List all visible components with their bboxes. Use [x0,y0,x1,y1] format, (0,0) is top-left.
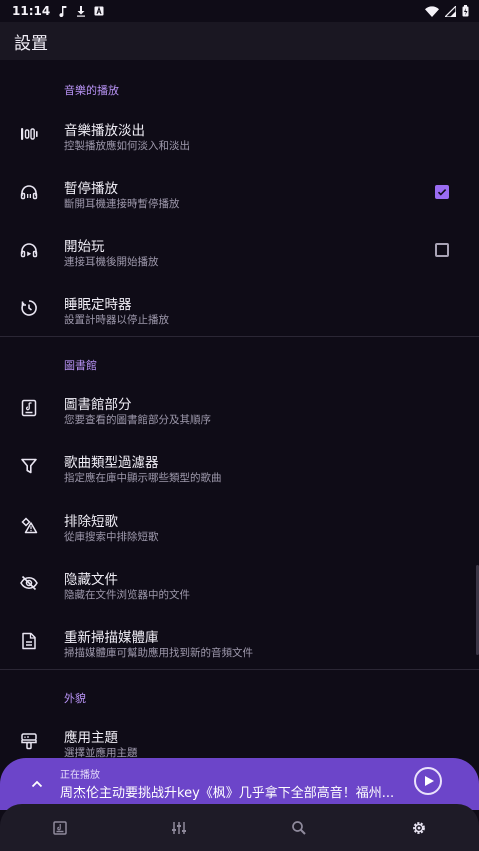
battery-icon [462,5,469,17]
play-icon [425,776,434,786]
now-playing-label: 正在播放 [60,770,100,781]
setting-item-library-sections[interactable]: 圖書館部分 您要查看的圖書館部分及其順序 [0,384,479,442]
settings-list[interactable]: 音樂的播放 音樂播放淡出 控製播放應如何淡入和淡出 暫停播放 斷開耳機連接時暫停… [0,60,479,760]
library-tab-icon[interactable] [50,818,70,838]
headphones-play-icon [18,239,40,261]
headphones-icon [18,181,40,203]
setting-title: 睡眠定時器 [64,297,132,313]
eye-off-icon [18,572,40,594]
setting-title: 音樂播放淡出 [64,123,145,139]
setting-title: 重新掃描媒體庫 [64,630,159,646]
setting-item-hidden-files[interactable]: 隐藏文件 隐藏在文件浏览器中的文件 [0,559,479,617]
now-playing-bar[interactable]: 正在播放 周杰伦主动要挑战升key《枫》几乎拿下全部高音！福州... [0,758,479,810]
now-playing-title[interactable]: 周杰伦主动要挑战升key《枫》几乎拿下全部高音！福州... [60,782,400,801]
page-title: 設置 [14,33,48,54]
theme-brush-icon [18,730,40,752]
setting-title: 開始玩 [64,239,105,255]
status-bar: 11:14 [0,0,479,22]
download-icon [76,5,86,17]
play-button[interactable] [414,767,442,795]
setting-subtitle: 設置計時器以停止播放 [64,314,169,326]
setting-title: 應用主題 [64,730,118,746]
setting-item-app-theme[interactable]: 應用主題 選擇並應用主題 [0,717,479,760]
section-header-library: 圖書館 [64,359,97,372]
bottom-navigation [0,804,479,851]
setting-title: 歌曲類型過濾器 [64,455,159,471]
signal-icon [445,5,456,17]
setting-subtitle: 控製播放應如何淡入和淡出 [64,140,190,152]
setting-item-start-on-connect[interactable]: 開始玩 連接耳機後開始播放 [0,226,479,284]
section-header-playback: 音樂的播放 [64,84,119,97]
music-note-icon [58,5,68,17]
setting-item-fade[interactable]: 音樂播放淡出 控製播放應如何淡入和淡出 [0,110,479,168]
section-divider [0,336,479,337]
setting-subtitle: 從庫搜索中排除短歌 [64,531,159,543]
equalizer-tab-icon[interactable] [169,818,189,838]
setting-item-rescan[interactable]: 重新掃描媒體庫 掃描媒體庫可幫助應用找到新的音頻文件 [0,617,479,675]
settings-tab-icon[interactable] [409,818,429,838]
app-bar: 設置 [0,22,479,60]
wifi-icon [425,5,439,17]
pause-checkbox[interactable] [435,185,449,199]
setting-item-sleep-timer[interactable]: 睡眠定時器 設置計時器以停止播放 [0,284,479,342]
search-tab-icon[interactable] [289,818,309,838]
setting-item-song-type-filter[interactable]: 歌曲類型過濾器 指定應在庫中顯示哪些類型的歌曲 [0,442,479,500]
setting-title: 暫停播放 [64,181,118,197]
setting-item-pause-on-disconnect[interactable]: 暫停播放 斷開耳機連接時暫停播放 [0,168,479,226]
setting-title: 排除短歌 [64,514,118,530]
setting-item-exclude-short[interactable]: 排除短歌 從庫搜索中排除短歌 [0,501,479,559]
filter-icon [18,455,40,477]
setting-subtitle: 隐藏在文件浏览器中的文件 [64,589,190,601]
app-notification-icon [94,6,104,16]
library-book-icon [18,397,40,419]
setting-title: 圖書館部分 [64,397,132,413]
clock: 11:14 [12,4,51,18]
setting-subtitle: 指定應在庫中顯示哪些類型的歌曲 [64,472,222,484]
section-divider [0,669,479,670]
chevron-up-icon[interactable] [27,774,47,794]
setting-subtitle: 連接耳機後開始播放 [64,256,159,268]
document-icon [18,630,40,652]
fade-bars-icon [18,123,40,145]
setting-title: 隐藏文件 [64,572,118,588]
sleep-timer-icon [18,297,40,319]
setting-subtitle: 您要查看的圖書館部分及其順序 [64,414,211,426]
start-checkbox[interactable] [435,243,449,257]
setting-subtitle: 斷開耳機連接時暫停播放 [64,198,180,210]
setting-subtitle: 掃描媒體庫可幫助應用找到新的音頻文件 [64,647,253,659]
section-header-appearance: 外貌 [64,692,86,705]
warning-shapes-icon [18,514,40,536]
